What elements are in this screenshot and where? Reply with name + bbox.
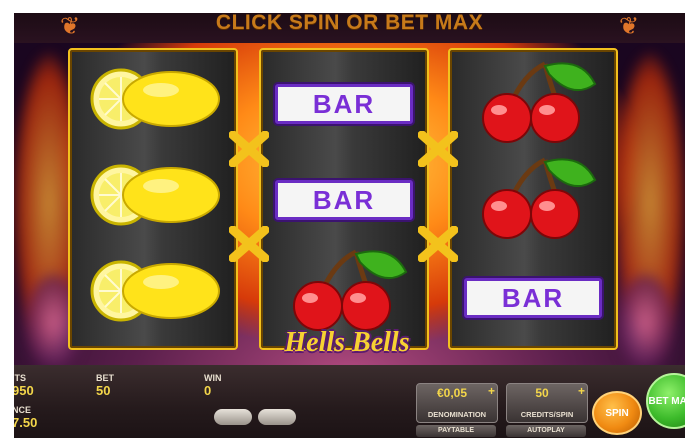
autoplay-button[interactable]: AUTOPLAY	[506, 425, 586, 437]
credits-spin-value: 50	[535, 386, 549, 400]
bet-label: BET	[96, 373, 114, 383]
paytable-button[interactable]: PAYTABLE	[416, 425, 496, 437]
balance-label: NCE	[14, 405, 32, 415]
x-separator-icon	[229, 226, 269, 262]
spin-button[interactable]: SPIN	[592, 391, 642, 435]
hells-bells-logo: Hells Bells	[284, 327, 410, 358]
left-arrow-button[interactable]	[214, 409, 252, 425]
credits-spin-selector[interactable]: 50 + CREDITS/SPIN	[506, 383, 588, 423]
bet-max-button[interactable]: BET MAX	[646, 373, 685, 429]
reel-3: BAR	[448, 48, 618, 350]
balance-value: 7.50	[14, 415, 38, 430]
bar-label: BAR	[501, 282, 565, 313]
control-panel: ITS 950 BET 50 WIN 0 NCE 7.50 €0,05 + DE…	[14, 365, 685, 438]
cherries-icon	[293, 249, 408, 331]
bet-value: 50	[96, 383, 111, 398]
win-value: 0	[204, 383, 212, 398]
lemon-icon	[90, 164, 220, 226]
x-separator-icon	[418, 226, 458, 262]
credits-value: 950	[14, 383, 34, 398]
cherries-icon	[482, 157, 597, 239]
top-bar: ❦ CLICK SPIN OR BET MAX ❦	[14, 13, 685, 43]
win-label: WIN	[204, 373, 222, 383]
bar-symbol: BAR	[275, 84, 413, 124]
x-separator-icon	[418, 131, 458, 167]
x-separator-icon	[229, 131, 269, 167]
plus-icon[interactable]: +	[578, 384, 585, 398]
ornament-right-icon: ❦	[618, 13, 640, 40]
right-arrow-button[interactable]	[258, 409, 296, 425]
cherries-icon	[482, 61, 597, 143]
bar-symbol: BAR	[464, 278, 602, 318]
denomination-selector[interactable]: €0,05 + DENOMINATION	[416, 383, 498, 423]
denomination-value: €0,05	[436, 386, 468, 400]
instruction-title: CLICK SPIN OR BET MAX	[215, 13, 484, 34]
bar-label: BAR	[312, 88, 376, 119]
slot-game: ❦ CLICK SPIN OR BET MAX ❦ BAR BAR BAR He…	[14, 13, 685, 438]
reel-2: BAR BAR	[259, 48, 429, 350]
bar-label: BAR	[312, 184, 376, 215]
denomination-caption: DENOMINATION	[427, 410, 487, 419]
lemon-icon	[90, 260, 220, 322]
lemon-icon	[90, 68, 220, 130]
bar-symbol: BAR	[275, 180, 413, 220]
plus-icon[interactable]: +	[488, 384, 495, 398]
flame-bottom-right	[615, 273, 675, 373]
credits-label: ITS	[14, 373, 27, 383]
reel-1	[68, 48, 238, 350]
credits-spin-caption: CREDITS/SPIN	[520, 410, 574, 419]
